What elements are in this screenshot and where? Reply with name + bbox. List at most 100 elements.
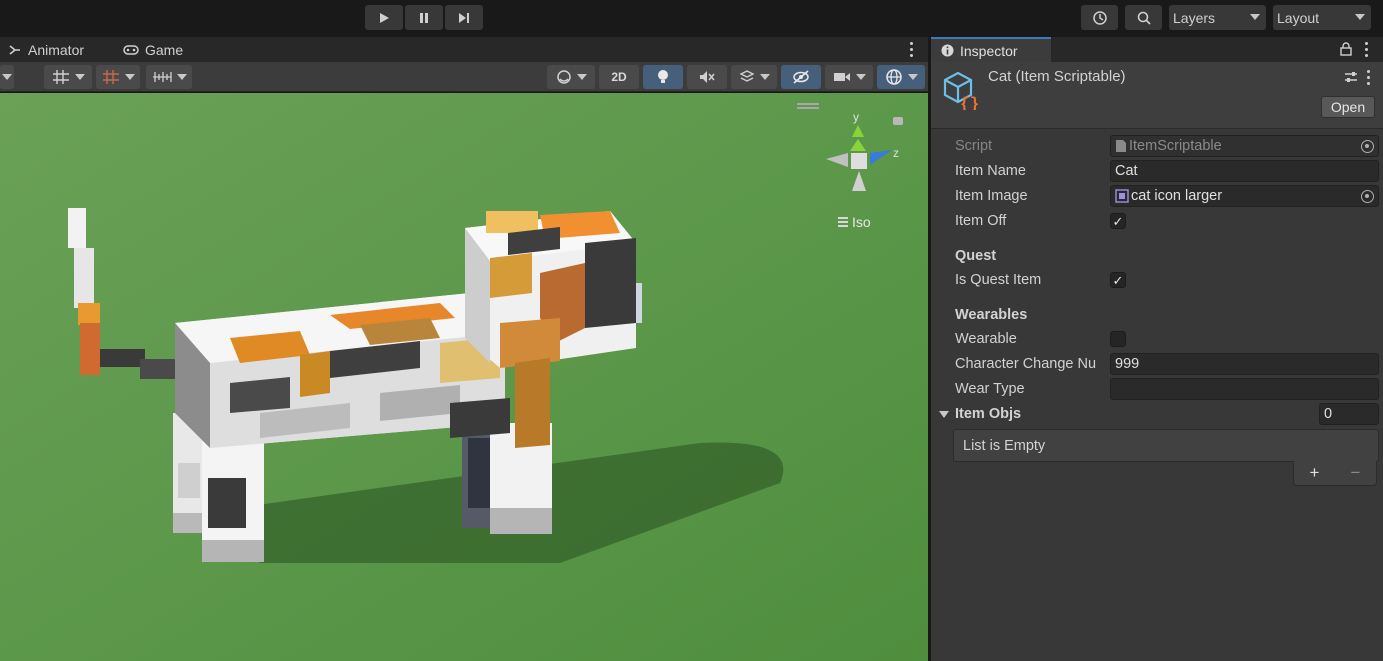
search-button[interactable]: [1125, 5, 1162, 30]
grid-snap-button[interactable]: [44, 65, 92, 89]
remove-element-button[interactable]: −: [1351, 463, 1361, 483]
inspector-tab-label: Inspector: [960, 42, 1018, 59]
camera-settings-button[interactable]: [825, 65, 873, 89]
field-item-name: Item Name Cat: [955, 160, 1379, 182]
field-wear-type: Wear Type: [955, 378, 1379, 400]
item-name-input[interactable]: Cat: [1110, 160, 1379, 182]
step-button[interactable]: [445, 5, 483, 30]
wearable-checkbox[interactable]: [1110, 331, 1126, 347]
main-toolbar: Layers Layout: [0, 0, 1383, 36]
character-change-input[interactable]: 999: [1110, 353, 1379, 375]
inspector-menu-icon[interactable]: [1363, 42, 1369, 57]
inspector-panel: Inspector {} Cat (Item Scriptable) Open …: [930, 37, 1383, 661]
scene-visibility-toggle[interactable]: [781, 65, 821, 89]
layout-label: Layout: [1277, 9, 1320, 26]
chevron-down-icon: [176, 74, 187, 80]
audio-toggle[interactable]: [687, 65, 727, 89]
layout-dropdown[interactable]: Layout: [1273, 5, 1371, 30]
more-menu-icon[interactable]: [906, 42, 916, 57]
chevron-down-icon: [1355, 14, 1365, 20]
layers-dropdown[interactable]: Layers: [1169, 5, 1266, 30]
lighting-toggle[interactable]: [643, 65, 683, 89]
field-label: Item Image: [955, 188, 1028, 204]
add-element-button[interactable]: +: [1310, 463, 1320, 483]
script-object-field: ItemScriptable: [1110, 135, 1379, 157]
gizmo-y-label: y: [853, 110, 859, 124]
light-bulb-icon: [658, 70, 668, 83]
lock-icon[interactable]: [1340, 42, 1352, 56]
chevron-down-icon: [907, 74, 918, 80]
history-icon: [1092, 10, 1107, 25]
info-icon: [941, 44, 954, 57]
scriptable-object-icon: {}: [943, 71, 979, 110]
pause-icon: [420, 12, 428, 23]
script-value: ItemScriptable: [1129, 138, 1222, 154]
field-label: Wearable: [955, 331, 1017, 347]
layers-stack-icon: [738, 70, 755, 82]
tool-dropdown[interactable]: [0, 65, 14, 89]
object-picker-icon: [1361, 140, 1374, 153]
effects-button[interactable]: [731, 65, 777, 89]
item-objs-label: Item Objs: [955, 406, 1022, 422]
field-label: Item Off: [955, 213, 1007, 229]
history-button[interactable]: [1081, 5, 1118, 30]
wear-type-dropdown[interactable]: [1110, 378, 1379, 400]
layers-label: Layers: [1173, 9, 1216, 26]
field-label: Script: [955, 138, 993, 154]
tab-game[interactable]: Game: [123, 37, 183, 62]
chevron-down-icon: [2, 74, 12, 80]
toggle-2d-button[interactable]: 2D: [599, 65, 639, 89]
chevron-down-icon: [1250, 14, 1260, 20]
scene-view-toolbar: 2D: [0, 62, 928, 92]
step-icon: [459, 12, 469, 23]
inspector-tab-bar: Inspector: [931, 37, 1383, 62]
play-controls: [365, 5, 483, 30]
chevron-down-icon: [124, 74, 135, 80]
field-is-quest-item: Is Quest Item ✓: [955, 269, 1379, 291]
animator-icon: [9, 44, 20, 55]
mode-2d-label: 2D: [611, 70, 627, 84]
is-quest-item-checkbox[interactable]: ✓: [1110, 272, 1126, 288]
field-label: Wear Type: [955, 381, 1025, 397]
camera-icon: [833, 73, 850, 81]
eye-slash-icon: [793, 70, 809, 84]
pause-button[interactable]: [405, 5, 443, 30]
field-character-change: Character Change Nu 999: [955, 353, 1379, 375]
snap-increment-button[interactable]: [96, 65, 140, 89]
ruler-icon: [152, 72, 172, 82]
tab-animator[interactable]: Animator: [8, 37, 84, 62]
gizmos-button[interactable]: [877, 65, 925, 89]
tab-inspector[interactable]: Inspector: [931, 37, 1051, 62]
list-empty-box: List is Empty: [953, 429, 1379, 462]
grid-icon: [52, 70, 69, 84]
field-item-off: Item Off ✓: [955, 210, 1379, 232]
play-icon: [380, 12, 389, 23]
component-menu-icon[interactable]: [1365, 70, 1371, 85]
gizmo-globe-icon: [885, 69, 902, 85]
field-script: Script ItemScriptable: [955, 135, 1379, 157]
list-footer: + −: [1293, 461, 1377, 486]
game-controller-icon: [123, 44, 139, 55]
inspector-title: Cat (Item Scriptable): [988, 68, 1126, 85]
scene-render: y z Iso: [0, 93, 928, 661]
draw-mode-button[interactable]: [547, 65, 595, 89]
snap-icon: [102, 70, 119, 84]
foldout-arrow-icon[interactable]: [939, 410, 949, 418]
field-item-objs[interactable]: Item Objs 0: [939, 403, 1379, 425]
field-item-image: Item Image cat icon larger: [955, 185, 1379, 207]
audio-mute-icon: [700, 71, 715, 83]
chevron-down-icon: [855, 74, 866, 80]
item-image-object-field[interactable]: cat icon larger: [1110, 185, 1379, 207]
item-objs-size-input[interactable]: 0: [1319, 403, 1379, 425]
scene-viewport[interactable]: y z Iso: [0, 93, 928, 661]
shading-sphere-icon: [556, 70, 571, 84]
chevron-down-icon: [576, 74, 587, 80]
item-image-value: cat icon larger: [1131, 188, 1223, 204]
item-off-checkbox[interactable]: ✓: [1110, 213, 1126, 229]
open-button[interactable]: Open: [1321, 96, 1375, 118]
preset-icon[interactable]: [1344, 70, 1358, 84]
ruler-button[interactable]: [146, 65, 192, 89]
object-picker-icon[interactable]: [1361, 190, 1374, 203]
play-button[interactable]: [365, 5, 403, 30]
inspector-header: {} Cat (Item Scriptable) Open: [931, 62, 1383, 129]
